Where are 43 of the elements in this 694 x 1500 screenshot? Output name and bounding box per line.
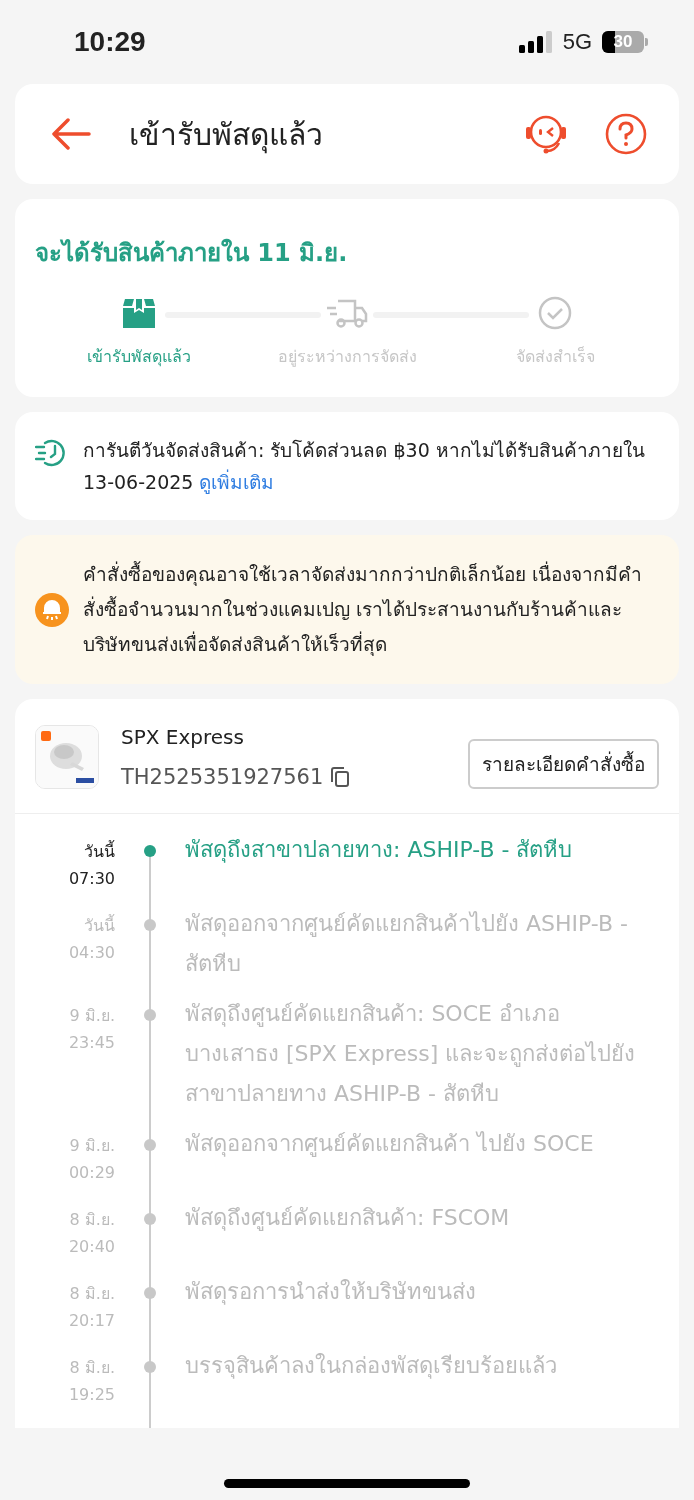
- back-button[interactable]: [51, 118, 91, 150]
- event-date: 8 มิ.ย.: [69, 1357, 115, 1379]
- event-date: 8 มิ.ย.: [69, 1283, 115, 1305]
- see-more-link[interactable]: ดูเพิ่มเติม: [199, 471, 275, 493]
- check-circle-icon: [538, 296, 572, 330]
- event-date: 8 มิ.ย.: [69, 1209, 115, 1231]
- event-description: พัสดุออกจากศูนย์คัดแยกสินค้า ไปยัง SOCE: [185, 1130, 595, 1159]
- event-time: 23:45: [68, 1032, 115, 1054]
- event-date: วันนี้: [84, 839, 115, 863]
- event-time: 19:25: [68, 1384, 115, 1406]
- order-details-button[interactable]: รายละเอียดคำสั่งซื้อ: [468, 739, 659, 789]
- event-date: 9 มิ.ย.: [69, 1135, 115, 1157]
- clock-time: 10:29: [74, 26, 146, 58]
- event-description: พัสดุรอการนำส่งให้บริษัทขนส่ง: [185, 1278, 477, 1307]
- event-date: วันนี้: [84, 913, 115, 937]
- signal-icon: [518, 31, 553, 53]
- guarantee-text: การันตีวันจัดส่งสินค้า: รับโค้ดส่วนลด ฿30 หากไม่ได้รับสินค้าภายใน 13-06-2025 ดูเพิ่มเติม: [83, 438, 646, 496]
- delivery-estimate: จะได้รับสินค้าภายใน 11 มิ.ย.: [35, 237, 349, 269]
- event-time: 00:29: [68, 1162, 115, 1184]
- bell-icon: [35, 592, 69, 627]
- event-time: 20:17: [68, 1310, 115, 1332]
- help-button[interactable]: [605, 113, 647, 155]
- step-label: อยู่ระหว่างการจัดส่ง: [277, 346, 417, 369]
- notice-text: คำสั่งซื้อของคุณอาจใช้เวลาจัดส่งมากกว่าปกติเล็กน้อย เนื่องจากมีคำสั่งซื้อจำนวนมากในช่วงแคมเปญ เราได้ประสานงานกับร้านค้าและบริษัทขนส่งเพื่อจัดส่งสินค้าให้เร็วที่สุด: [83, 560, 644, 658]
- tracking-number: TH2525351927561: [121, 765, 324, 789]
- box-icon: [122, 296, 156, 330]
- help-icon: [605, 113, 647, 155]
- event-time: 07:30: [68, 868, 115, 890]
- event-time: 20:40: [68, 1236, 115, 1258]
- network-label: 5G: [562, 29, 592, 55]
- step-label: จัดส่งสำเร็จ: [515, 345, 595, 368]
- event-time: 04:30: [68, 942, 115, 964]
- event-description: บรรจุสินค้าลงในกล่องพัสดุเรียบร้อยแล้ว: [185, 1352, 558, 1381]
- event-date: 9 มิ.ย.: [69, 1005, 115, 1027]
- event-description: พัสดุถึงศูนย์คัดแยกสินค้า: SOCE อำเภอบางเสาธง [SPX Express] และจะถูกส่งต่อไปยังสาขาปลายทาง ASHIP-B - สัตหีบ: [185, 1000, 637, 1108]
- event-description: พัสดุถึงศูนย์คัดแยกสินค้า: FSCOM: [185, 1204, 511, 1233]
- event-description: พัสดุถึงสาขาปลายทาง: ASHIP-B - สัตหีบ: [185, 836, 574, 865]
- step-label: เข้ารับพัสดุแล้ว: [87, 346, 191, 369]
- copy-icon[interactable]: [331, 767, 350, 787]
- back-arrow-icon: [51, 118, 91, 150]
- event-description: พัสดุออกจากศูนย์คัดแยกสินค้าไปยัง ASHIP-B - สัตหีบ: [185, 910, 629, 978]
- page-title: เข้ารับพัสดุแล้ว: [129, 115, 324, 156]
- carrier-name: SPX Express: [121, 725, 245, 749]
